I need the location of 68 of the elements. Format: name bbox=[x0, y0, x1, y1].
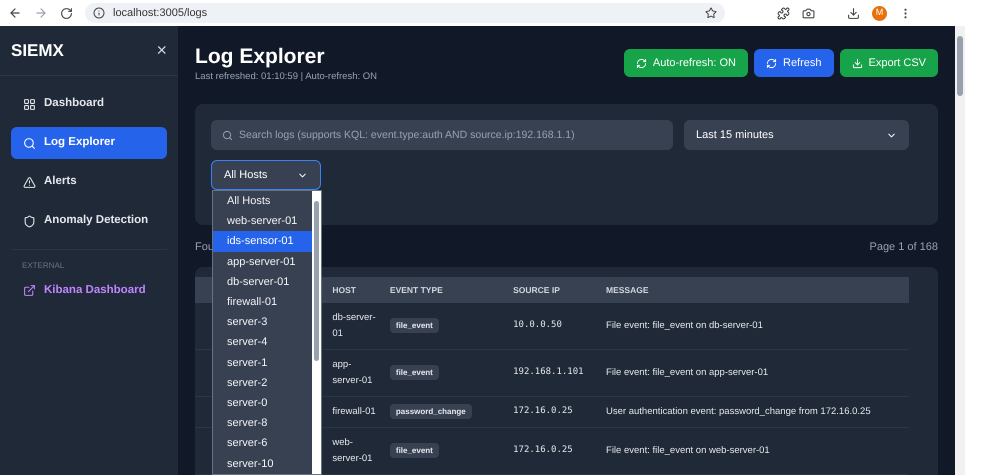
time-range-select[interactable]: Last 15 minutes bbox=[684, 120, 909, 150]
event-type-tag: file_event bbox=[390, 364, 439, 380]
source-ip-cell: 192.168.1.101 bbox=[513, 350, 606, 396]
column-header: HOST bbox=[332, 277, 390, 303]
shield-icon bbox=[23, 214, 36, 228]
event-type-tag: password_change bbox=[390, 404, 472, 419]
source-ip-cell: 172.16.0.25 bbox=[513, 396, 606, 428]
message-cell: User authentication event: password_change from 172.16.0.25 bbox=[606, 396, 909, 428]
close-button[interactable]: × bbox=[156, 37, 167, 64]
host-cell: firewall-01 bbox=[332, 396, 390, 428]
nav-item[interactable]: Alerts bbox=[11, 166, 167, 198]
refresh-icon bbox=[636, 58, 647, 68]
grid-icon bbox=[23, 98, 36, 110]
host-option[interactable]: server-2 bbox=[213, 372, 312, 394]
message-cell: File event: file_event on db-server-01 bbox=[606, 303, 909, 350]
search-field[interactable]: Search logs (supports KQL: event.type:auth AND source.ip:192.168.1.1) bbox=[211, 120, 673, 150]
header-button[interactable]: Refresh bbox=[754, 49, 834, 77]
host-option[interactable]: server-0 bbox=[213, 393, 312, 414]
refresh-icon bbox=[766, 58, 777, 68]
back-icon[interactable] bbox=[8, 6, 22, 20]
message-cell: File event: file_event on web-server-01 bbox=[606, 428, 909, 474]
address-bar[interactable]: localhost:3005/logs bbox=[85, 3, 725, 23]
nav-item[interactable]: Dashboard bbox=[11, 88, 167, 120]
forward-icon[interactable] bbox=[34, 6, 48, 20]
column-header: SOURCE IP bbox=[513, 277, 606, 303]
host-option[interactable]: server-8 bbox=[213, 413, 312, 434]
brand-title: SIEMX bbox=[11, 40, 64, 62]
external-link-icon bbox=[23, 284, 36, 298]
reload-icon[interactable] bbox=[60, 6, 73, 20]
camera-icon[interactable] bbox=[802, 6, 815, 20]
event-type-tag: file_event bbox=[390, 318, 439, 333]
search-icon bbox=[23, 136, 36, 150]
host-option[interactable]: firewall-01 bbox=[213, 292, 312, 312]
url-text: localhost:3005/logs bbox=[113, 6, 208, 21]
search-icon bbox=[222, 130, 233, 142]
nav-item[interactable]: Log Explorer bbox=[11, 127, 167, 159]
host-option[interactable]: server-6 bbox=[213, 434, 312, 454]
host-option[interactable]: server-10 bbox=[213, 454, 312, 474]
host-option[interactable]: ids-sensor-01 bbox=[213, 231, 312, 252]
last-refreshed-text: Last refreshed: 01:10:59 | Auto-refresh: ON bbox=[195, 70, 378, 84]
page-title: Log Explorer bbox=[195, 44, 326, 70]
page-indicator: Page 1 of 168 bbox=[869, 240, 938, 254]
bookmark-star-icon[interactable] bbox=[705, 7, 717, 19]
host-cell: web-server-01 bbox=[332, 428, 390, 474]
column-header: EVENT TYPE bbox=[390, 277, 514, 303]
info-icon bbox=[93, 7, 105, 19]
source-ip-cell: 10.0.0.50 bbox=[513, 303, 606, 350]
section-label: EXTERNAL bbox=[21, 260, 66, 272]
message-cell: File event: file_event on app-server-01 bbox=[606, 350, 909, 396]
host-select[interactable]: All Hosts bbox=[211, 160, 321, 190]
host-option[interactable]: server-1 bbox=[213, 352, 312, 373]
warning-icon bbox=[23, 176, 36, 188]
host-cell: app-server-01 bbox=[332, 350, 390, 396]
host-option[interactable]: server-3 bbox=[213, 312, 312, 333]
event-type-tag: file_event bbox=[390, 442, 439, 458]
download-icon[interactable] bbox=[847, 6, 860, 20]
download-icon bbox=[852, 58, 863, 68]
column-header: MESSAGE bbox=[606, 277, 909, 303]
host-cell: db-server-01 bbox=[332, 303, 390, 350]
host-option[interactable]: db-server-01 bbox=[213, 272, 312, 292]
source-ip-cell: 172.16.0.25 bbox=[513, 428, 606, 474]
host-option[interactable]: web-server-01 bbox=[213, 211, 312, 232]
nav-item[interactable]: Anomaly Detection bbox=[11, 205, 167, 237]
host-option[interactable]: app-server-01 bbox=[213, 252, 312, 272]
host-option[interactable]: server-4 bbox=[213, 332, 312, 353]
extensions-icon[interactable] bbox=[777, 6, 790, 20]
host-option[interactable]: All Hosts bbox=[213, 191, 312, 212]
kibana-link[interactable]: Kibana Dashboard bbox=[11, 282, 167, 300]
